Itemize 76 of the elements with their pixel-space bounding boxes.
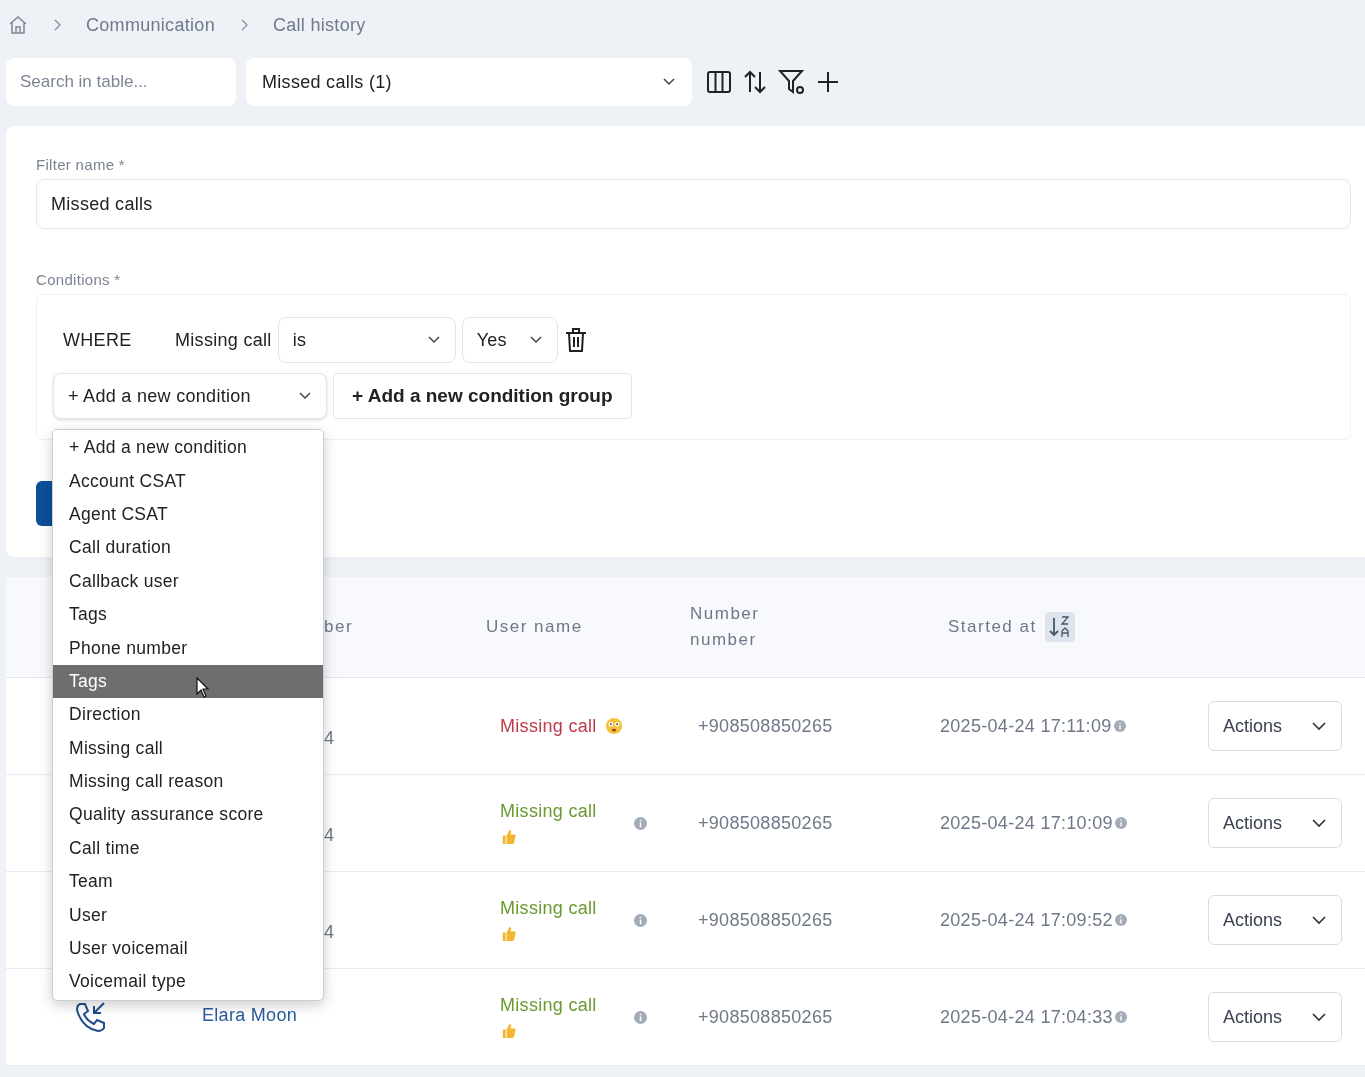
breadcrumb-link[interactable]: Call history: [272, 14, 366, 36]
dropdown-item[interactable]: Agent CSAT: [53, 497, 323, 532]
dropdown-item[interactable]: Missing call: [53, 731, 323, 765]
filter-select[interactable]: Missed calls (1): [246, 58, 692, 106]
status-text: Missing call: [500, 715, 597, 737]
flushed-face-icon: [604, 717, 623, 735]
filter-settings-icon[interactable]: [778, 68, 806, 96]
actions-button[interactable]: Actions: [1208, 992, 1342, 1042]
table-cell: 4: [324, 825, 335, 846]
incoming-call-icon: [74, 1000, 108, 1034]
status-text: Missing call: [500, 995, 598, 1016]
add-group-button[interactable]: + Add a new condition group: [333, 373, 632, 419]
table-cell-text: +908508850265: [697, 909, 834, 931]
dropdown-item[interactable]: Tags: [53, 597, 323, 632]
search-field[interactable]: Search in table...: [6, 58, 236, 106]
condition-field: Missing call: [175, 329, 272, 351]
breadcrumb-link[interactable]: Communication: [86, 14, 215, 36]
chevron-down-icon[interactable]: [298, 391, 312, 401]
chevron-down-icon[interactable]: [1311, 818, 1327, 828]
home-icon[interactable]: [8, 15, 28, 35]
dropdown-item[interactable]: Callback user: [53, 564, 323, 598]
thumbs-up-icon: [500, 925, 517, 942]
actions-button[interactable]: Actions: [1208, 895, 1342, 945]
table-cell: 2025-04-24 17:04:33: [940, 1006, 1113, 1028]
status-text: Missing call: [500, 801, 598, 822]
sort-icon[interactable]: [742, 69, 768, 95]
chevron-down-icon[interactable]: [528, 335, 543, 345]
value-select[interactable]: Yes: [461, 317, 558, 363]
columns-icon[interactable]: [706, 69, 732, 95]
caller-name[interactable]: Elara Moon: [202, 1005, 298, 1026]
dropdown-item[interactable]: User: [53, 898, 323, 932]
dropdown-item[interactable]: Account CSAT: [53, 464, 323, 498]
table-cell: 4: [324, 728, 335, 749]
status-text: Missing call: [500, 898, 598, 919]
column-header: Started at: [948, 617, 1037, 637]
table-cell: 4: [324, 922, 335, 943]
chevron-down-icon[interactable]: [1311, 915, 1327, 925]
column-header: Number number: [690, 603, 761, 651]
chevron-down-icon[interactable]: [1311, 1012, 1327, 1022]
dropdown-item[interactable]: Quality assurance score: [53, 798, 323, 832]
column-header: ber: [323, 617, 355, 637]
sort-descending-icon[interactable]: [1044, 612, 1075, 642]
dropdown-item[interactable]: + Add a new condition: [53, 431, 323, 465]
actions-button[interactable]: Actions: [1208, 701, 1342, 751]
table-cell-text: +908508850265: [697, 812, 834, 834]
add-condition-select[interactable]: + Add a new condition: [53, 373, 327, 419]
field-label: Conditions *: [36, 271, 122, 288]
column-header: User name: [486, 617, 584, 637]
chevron-down-icon[interactable]: [426, 335, 441, 345]
chevron-right-icon: [52, 18, 62, 32]
dropdown-item[interactable]: Voicemail type: [53, 965, 323, 999]
add-icon[interactable]: [816, 70, 840, 94]
table-cell-text: +908508850265: [697, 715, 834, 737]
dropdown-item[interactable]: Missing call reason: [53, 764, 323, 799]
dropdown-item[interactable]: Phone number: [53, 631, 323, 665]
table-cell: 2025-04-24 17:09:52: [940, 909, 1113, 931]
trash-icon[interactable]: [563, 327, 588, 353]
dropdown-item[interactable]: Team: [53, 865, 323, 899]
dropdown-item[interactable]: Call time: [53, 831, 323, 866]
dropdown-item[interactable]: Call duration: [53, 531, 323, 565]
cursor-icon: [196, 676, 210, 699]
dropdown-item[interactable]: Tags: [53, 664, 323, 699]
thumbs-up-icon: [500, 828, 517, 845]
chevron-down-icon[interactable]: [1311, 721, 1327, 731]
actions-button[interactable]: Actions: [1208, 798, 1342, 848]
table-cell-text: +908508850265: [697, 1006, 834, 1028]
chevron-down-icon[interactable]: [662, 77, 676, 87]
dropdown-item[interactable]: User voicemail: [53, 931, 323, 966]
where-label: WHERE: [62, 329, 133, 351]
field-label: Filter name *: [36, 156, 126, 173]
table-cell: 2025-04-24 17:10:09: [940, 812, 1113, 834]
table-cell: 2025-04-24 17:11:09: [940, 715, 1112, 737]
filter-name-field[interactable]: Missed calls: [36, 179, 1351, 229]
dropdown-item[interactable]: Direction: [53, 698, 323, 732]
operator-select[interactable]: is: [277, 317, 456, 363]
thumbs-up-icon: [500, 1022, 517, 1039]
